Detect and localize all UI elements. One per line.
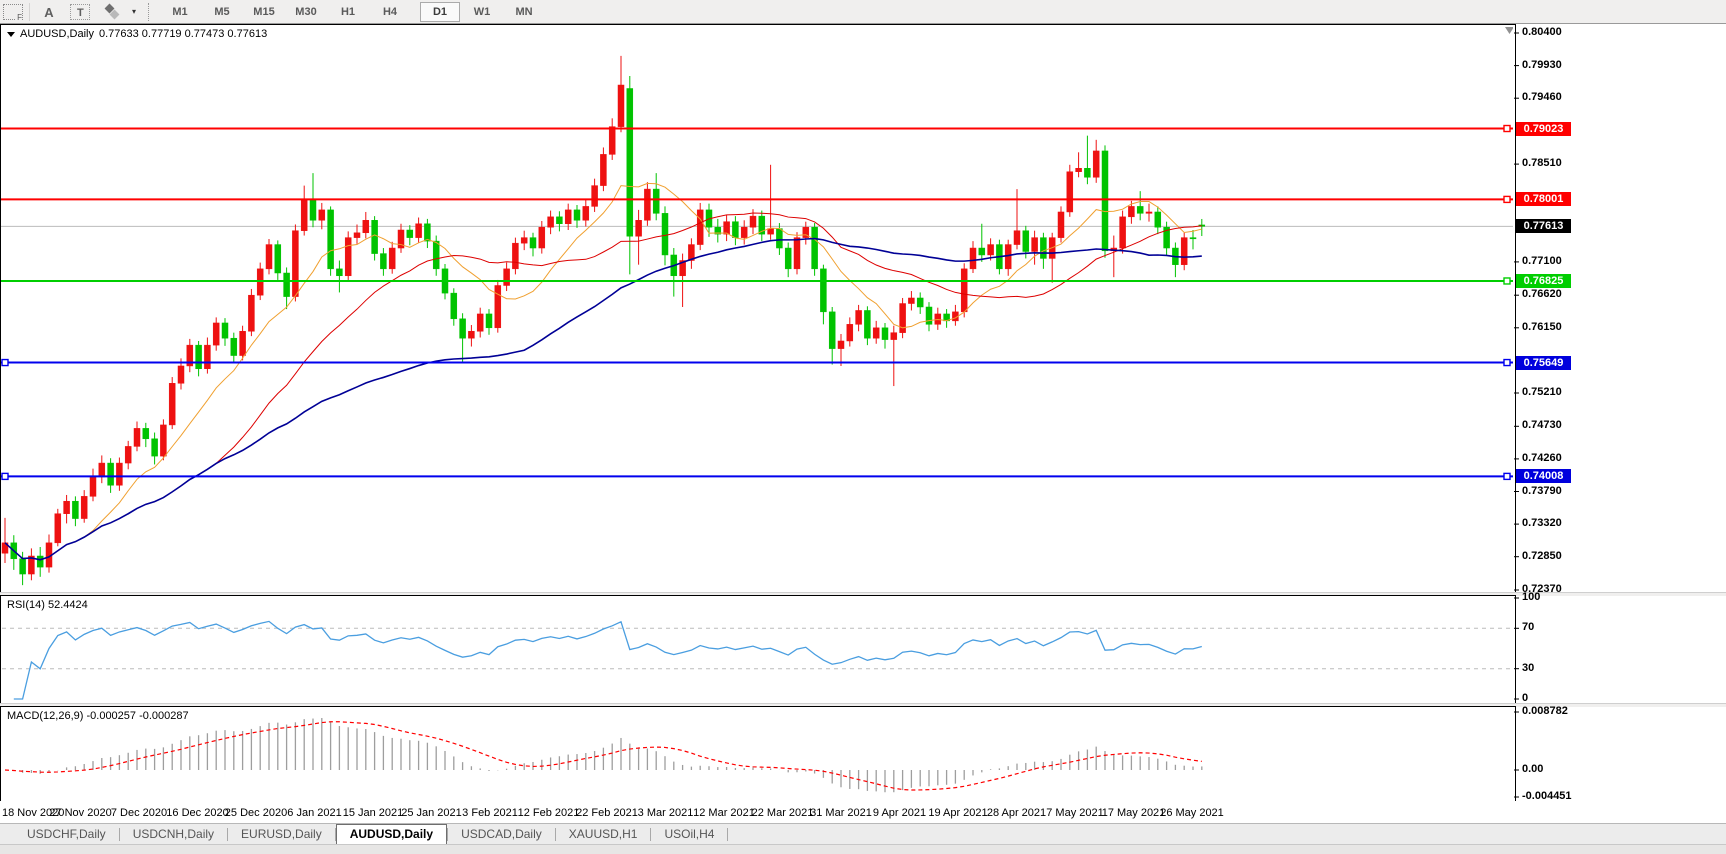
timeframe-button-d1[interactable]: D1	[420, 2, 460, 22]
price-tick-label: 0.73790	[1522, 485, 1562, 497]
chevron-down-icon: ▾	[132, 7, 136, 16]
rsi-tick-label: 70	[1522, 621, 1534, 633]
date-tick-label: 3 Mar 2021	[638, 807, 694, 819]
price-tick-label: 0.75210	[1522, 386, 1562, 398]
macd-indicator-label: MACD(12,26,9) -0.000257 -0.000287	[7, 710, 189, 722]
timeframe-button-h4[interactable]: H4	[370, 2, 410, 22]
timeframe-button-m1[interactable]: M1	[160, 2, 200, 22]
chart-tab-usdchf[interactable]: USDCHF,Daily	[14, 825, 119, 844]
macd-tick-label: -0.004451	[1522, 790, 1572, 802]
toolbar: F A T ▾ M1M5M15M30H1H4 D1W1MN	[0, 0, 1726, 24]
timeframe-button-m15[interactable]: M15	[244, 2, 284, 22]
collapse-arrow-icon[interactable]	[7, 32, 15, 37]
date-tick-label: 25 Jan 2021	[401, 807, 462, 819]
chart-tab-usdcad[interactable]: USDCAD,Daily	[448, 825, 555, 844]
price-badge: 0.79023	[1516, 122, 1571, 136]
label-tool-button[interactable]: A	[36, 2, 62, 22]
rsi-tick-label: 100	[1522, 591, 1540, 603]
date-tick-label: 25 Dec 2020	[225, 807, 287, 819]
date-tick-label: 12 Mar 2021	[693, 807, 755, 819]
status-strip	[0, 844, 1726, 854]
date-tick-label: 26 May 2021	[1160, 807, 1224, 819]
chart-tab-usdcnh[interactable]: USDCNH,Daily	[120, 825, 227, 844]
chart-tab-audusd[interactable]: AUDUSD,Daily	[336, 824, 447, 844]
date-tick-label: 22 Feb 2021	[576, 807, 638, 819]
price-badge: 0.77613	[1516, 219, 1571, 233]
timeframe-toolbar: M1M5M15M30H1H4 D1W1MN	[160, 2, 544, 22]
date-tick-label: 17 May 2021	[1102, 807, 1166, 819]
price-tick-label: 0.77100	[1522, 255, 1562, 267]
price-tick-label: 0.79930	[1522, 59, 1562, 71]
timeframe-button-m5[interactable]: M5	[202, 2, 242, 22]
date-axis: 18 Nov 202027 Nov 20207 Dec 202016 Dec 2…	[0, 801, 1726, 823]
rsi-tick-label: 0	[1522, 692, 1528, 704]
mt4-window: F A T ▾ M1M5M15M30H1H4 D1W1MN AUDUSD,Dail…	[0, 0, 1726, 854]
rsi-tick-label: 30	[1522, 662, 1534, 674]
timeframe-button-mn[interactable]: MN	[504, 2, 544, 22]
macd-pane[interactable]	[0, 706, 1516, 803]
price-tick-label: 0.78510	[1522, 157, 1562, 169]
rsi-pane[interactable]	[0, 595, 1516, 704]
date-tick-label: 6 Jan 2021	[287, 807, 341, 819]
date-tick-label: 15 Jan 2021	[343, 807, 404, 819]
macd-tick-label: 0.008782	[1522, 705, 1568, 717]
chart-tab-bar: USDCHF,DailyUSDCNH,DailyEURUSD,DailyAUDU…	[0, 823, 1726, 844]
date-tick-label: 19 Apr 2021	[928, 807, 987, 819]
price-tick-label: 0.76620	[1522, 288, 1562, 300]
arrow-style-tool-button[interactable]: ▾	[102, 3, 136, 21]
chart-tab-usoil[interactable]: USOil,H4	[651, 825, 727, 844]
price-badge: 0.78001	[1516, 192, 1571, 206]
timeframe-button-m30[interactable]: M30	[286, 2, 326, 22]
date-tick-label: 12 Feb 2021	[518, 807, 580, 819]
dock-handle-label: F	[16, 13, 22, 22]
main-chart-pane[interactable]	[0, 24, 1516, 593]
text-tool-button[interactable]: T	[70, 4, 90, 20]
price-tick-label: 0.72850	[1522, 550, 1562, 562]
tab-separator	[727, 828, 728, 841]
price-badge: 0.76825	[1516, 274, 1571, 288]
price-badge: 0.74008	[1516, 469, 1571, 483]
date-tick-label: 9 Apr 2021	[873, 807, 926, 819]
price-tick-label: 0.74260	[1522, 452, 1562, 464]
toolbar-drag-handle[interactable]	[148, 3, 152, 21]
timeframe-button-h1[interactable]: H1	[328, 2, 368, 22]
date-tick-label: 22 Mar 2021	[752, 807, 814, 819]
price-tick-label: 0.76150	[1522, 321, 1562, 333]
date-tick-label: 7 Dec 2020	[111, 807, 167, 819]
chart-title: AUDUSD,Daily 0.77633 0.77719 0.77473 0.7…	[7, 28, 267, 40]
price-tick-label: 0.79460	[1522, 91, 1562, 103]
rsi-value: 52.4424	[48, 599, 88, 611]
rsi-indicator-label: RSI(14) 52.4424	[7, 599, 88, 611]
macd-values: -0.000257 -0.000287	[86, 710, 188, 722]
toolbar-separator	[29, 3, 30, 21]
date-tick-label: 27 Nov 2020	[49, 807, 111, 819]
chart-tab-xauusd[interactable]: XAUUSD,H1	[556, 825, 651, 844]
date-tick-label: 31 Mar 2021	[810, 807, 872, 819]
timeframe-button-w1[interactable]: W1	[462, 2, 502, 22]
date-tick-label: 7 May 2021	[1046, 807, 1103, 819]
chart-tab-eurusd[interactable]: EURUSD,Daily	[228, 825, 335, 844]
date-tick-label: 28 Apr 2021	[987, 807, 1046, 819]
price-badge: 0.75649	[1516, 356, 1571, 370]
price-tick-label: 0.80400	[1522, 26, 1562, 38]
ohlc-values: 0.77633 0.77719 0.77473 0.77613	[99, 28, 267, 40]
price-tick-label: 0.73320	[1522, 517, 1562, 529]
toolbar-dock-handle-icon[interactable]: F	[3, 4, 23, 20]
macd-name: MACD(12,26,9)	[7, 710, 83, 722]
date-tick-label: 3 Feb 2021	[462, 807, 518, 819]
rsi-name: RSI(14)	[7, 599, 45, 611]
symbol-label: AUDUSD,Daily	[20, 28, 94, 40]
date-tick-label: 16 Dec 2020	[166, 807, 228, 819]
price-tick-label: 0.74730	[1522, 419, 1562, 431]
macd-tick-label: 0.00	[1522, 763, 1543, 775]
